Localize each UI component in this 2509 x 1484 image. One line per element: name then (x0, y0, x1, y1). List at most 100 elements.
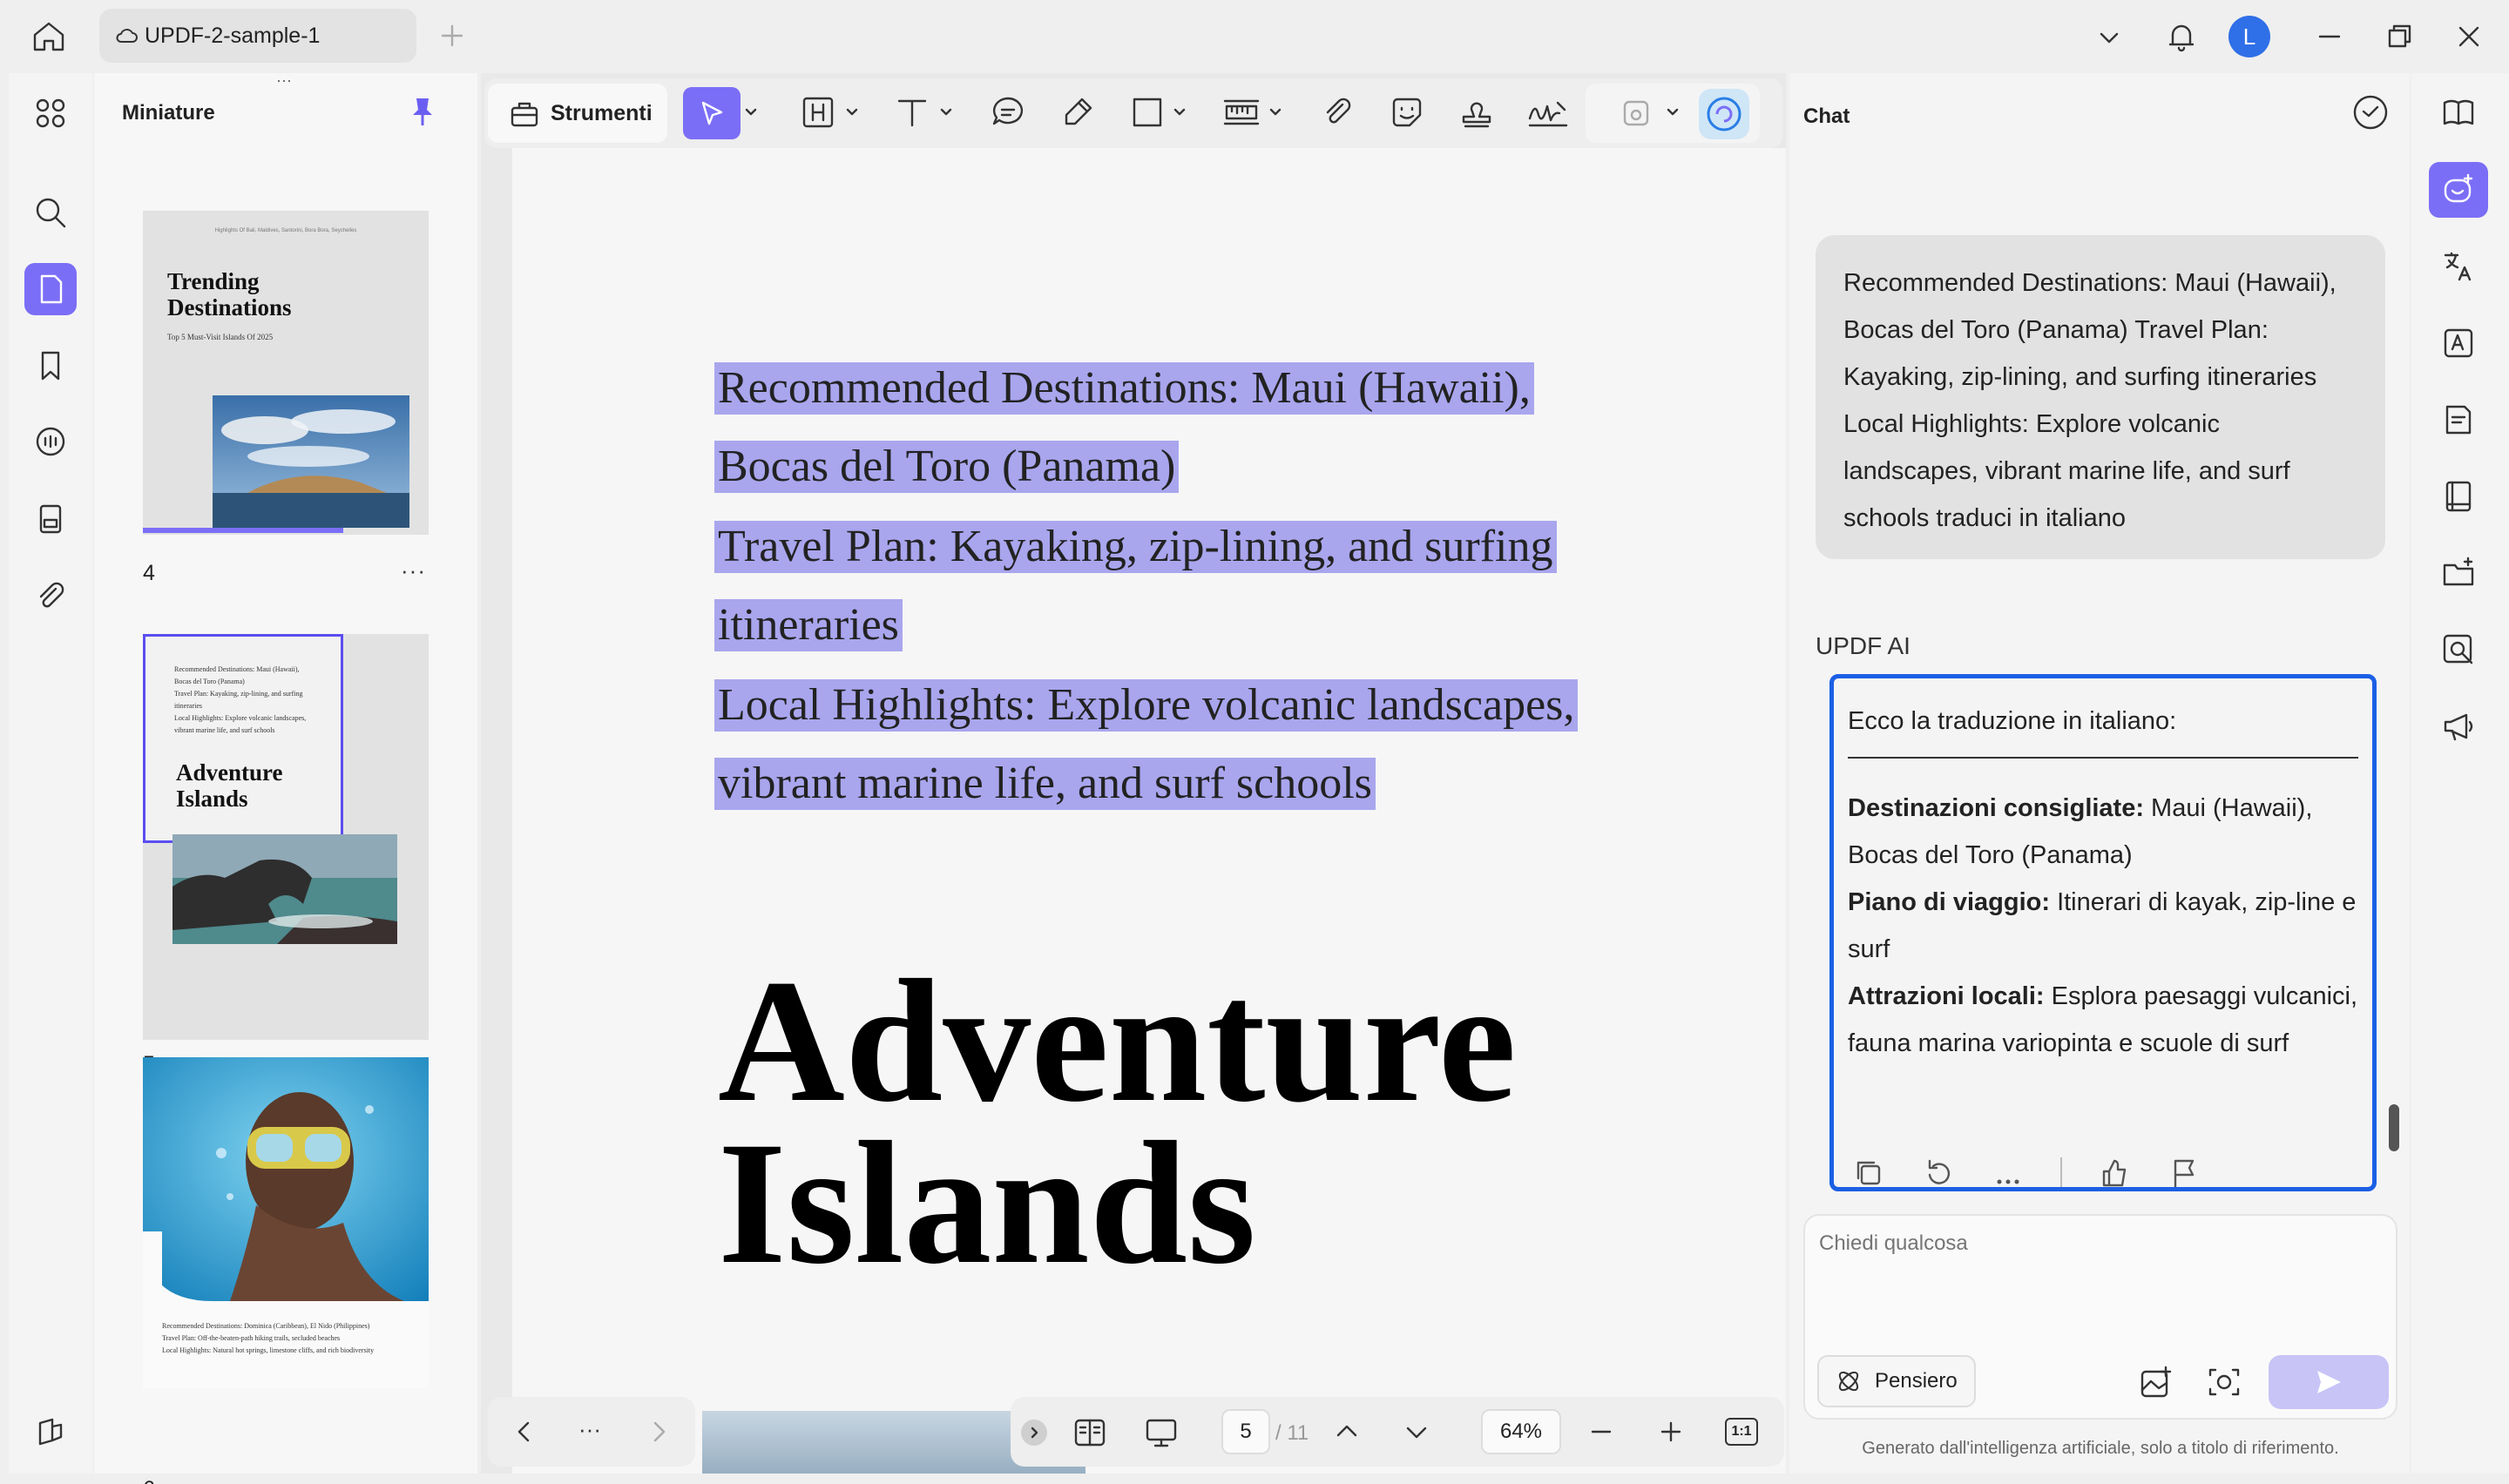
highlighted-text-line[interactable]: Recommended Destinations: Maui (Hawaii), (714, 362, 1534, 415)
chevron-down-icon[interactable] (843, 103, 861, 120)
chevron-down-icon[interactable] (1401, 1416, 1432, 1447)
minimize-icon[interactable] (2314, 21, 2345, 52)
sticker-icon[interactable] (1389, 94, 1425, 131)
apps-icon[interactable] (24, 87, 77, 139)
restore-icon[interactable] (2384, 21, 2415, 52)
highlighter-icon[interactable] (1059, 94, 1096, 131)
measure-icon[interactable] (1221, 94, 1261, 131)
page-layout-icon[interactable] (1072, 1414, 1108, 1451)
folder-icon[interactable] (2429, 545, 2488, 601)
cursor-icon (701, 101, 723, 125)
highlighted-text-line[interactable]: Local Highlights: Explore volcanic lands… (714, 679, 1579, 732)
thumbs-up-icon[interactable] (2097, 1156, 2132, 1187)
chevron-down-icon[interactable] (742, 103, 760, 120)
regenerate-icon[interactable] (1921, 1156, 1956, 1187)
search-icon[interactable] (24, 186, 77, 239)
layers-icon[interactable] (24, 1406, 77, 1458)
bookmark-icon[interactable] (24, 340, 77, 392)
page-number-input[interactable]: 5 (1221, 1409, 1270, 1454)
text-icon[interactable] (894, 94, 930, 131)
chevron-down-icon[interactable] (2094, 23, 2124, 52)
main-toolbar: Strumenti (484, 78, 1782, 148)
ai-response: Ecco la traduzione in italiano: Destinaz… (1829, 674, 2377, 1191)
zoom-input[interactable]: 64% (1481, 1409, 1561, 1454)
thumbnails-button[interactable] (24, 263, 77, 315)
image-upload-icon[interactable] (2138, 1364, 2174, 1400)
history-icon[interactable] (2350, 92, 2391, 132)
screenshot-icon[interactable] (2206, 1364, 2242, 1400)
highlighted-text-line[interactable]: vibrant marine life, and surf schools (714, 758, 1376, 810)
ai-icon (2444, 173, 2473, 203)
page-number: 4 (143, 561, 155, 585)
flag-icon[interactable] (2167, 1156, 2201, 1187)
divider (2060, 1157, 2062, 1187)
user-message-bubble: Recommended Destinations: Maui (Hawaii),… (1816, 235, 2385, 559)
document-tab[interactable]: UPDF-2-sample-1 (99, 9, 416, 63)
highlighted-text-line[interactable]: itineraries (714, 599, 903, 651)
zoom-in-icon[interactable] (1655, 1416, 1687, 1447)
ocr-icon[interactable] (2429, 315, 2488, 371)
page-nav-group: ··· (488, 1397, 695, 1467)
heading-icon[interactable] (800, 94, 836, 131)
actual-size-button[interactable]: 1:1 (1725, 1418, 1758, 1446)
comment-icon[interactable] (24, 416, 77, 469)
attachment-icon[interactable] (24, 570, 77, 622)
note-icon[interactable] (990, 94, 1026, 131)
rectangle-icon[interactable] (1129, 94, 1166, 131)
select-tool-button[interactable] (683, 87, 741, 139)
signature-icon[interactable] (1526, 94, 1570, 131)
disclaimer: Generato dall'intelligenza artificiale, … (1862, 1439, 2339, 1458)
thumbnail-page-5[interactable]: Recommended Destinations: Maui (Hawaii),… (143, 634, 429, 1040)
presentation-icon[interactable] (1143, 1414, 1180, 1451)
thumbnail-page-6[interactable]: Recommended Destinations: Dominica (Cari… (143, 1057, 429, 1388)
stamp-icon[interactable] (1458, 94, 1495, 131)
summary-icon[interactable] (2429, 392, 2488, 448)
chevron-down-icon[interactable] (1664, 103, 1681, 120)
chevron-down-icon[interactable] (1171, 103, 1188, 120)
chevron-down-icon[interactable] (1267, 103, 1284, 120)
drag-handle[interactable]: ⋯ (268, 73, 300, 89)
bell-icon[interactable] (2164, 19, 2199, 54)
page-progress (143, 528, 343, 533)
translate-icon[interactable] (2429, 239, 2488, 294)
attachment-icon[interactable] (1319, 94, 1356, 131)
tools-button[interactable]: Strumenti (488, 84, 667, 143)
reader-icon[interactable] (2429, 85, 2488, 141)
avatar[interactable]: L (2228, 16, 2270, 57)
thinking-button[interactable]: Pensiero (1817, 1355, 1976, 1407)
right-rail (2411, 73, 2509, 1474)
form-icon[interactable] (24, 493, 77, 545)
more-icon[interactable] (1991, 1156, 2025, 1187)
chevron-up-icon[interactable] (1331, 1416, 1363, 1447)
ai-label: UPDF AI (1816, 632, 1910, 659)
page-heading: Adventure (718, 943, 1517, 1138)
highlighted-text-line[interactable]: Bocas del Toro (Panama) (714, 441, 1180, 493)
book-icon[interactable] (2429, 469, 2488, 524)
home-icon[interactable] (30, 17, 68, 56)
page-more-button[interactable]: ··· (401, 557, 426, 584)
ai-chat-button[interactable] (2429, 162, 2488, 218)
pin-icon[interactable] (408, 96, 437, 129)
collapse-toggle[interactable] (1021, 1420, 1047, 1446)
highlighted-text-line[interactable]: Travel Plan: Kayaking, zip-lining, and s… (714, 521, 1557, 573)
close-icon[interactable] (2453, 21, 2485, 52)
chevron-right-icon[interactable] (643, 1416, 674, 1447)
search-document-icon[interactable] (2429, 622, 2488, 678)
updf-ai-button[interactable] (1699, 89, 1749, 139)
megaphone-icon[interactable] (2429, 698, 2488, 754)
page-more-button[interactable]: ··· (401, 1474, 426, 1484)
copy-icon[interactable] (1851, 1156, 1886, 1187)
more-button[interactable]: ··· (578, 1416, 601, 1443)
chevron-left-icon[interactable] (509, 1416, 540, 1447)
chat-scrollbar[interactable] (2389, 1104, 2399, 1151)
chat-input-box: Pensiero (1803, 1214, 2397, 1420)
new-tab-icon[interactable] (437, 21, 467, 51)
send-button[interactable] (2269, 1355, 2389, 1409)
island-photo (213, 395, 409, 528)
save-icon[interactable] (1619, 96, 1654, 131)
thumbnail-page-4[interactable]: Highlights Of Bali, Maldives, Santorini,… (143, 211, 429, 535)
chevron-down-icon[interactable] (937, 103, 955, 120)
pdf-page[interactable]: Recommended Destinations: Maui (Hawaii),… (512, 148, 1786, 1474)
chat-input[interactable] (1812, 1224, 2391, 1338)
zoom-out-icon[interactable] (1586, 1416, 1617, 1447)
